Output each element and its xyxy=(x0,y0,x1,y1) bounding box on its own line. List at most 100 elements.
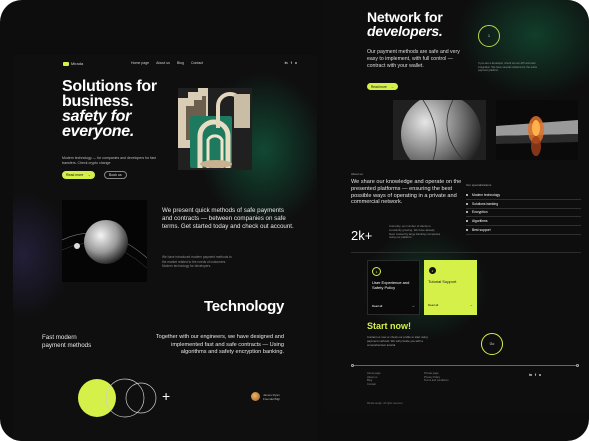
technology-right-text: Together with our engineers, we have des… xyxy=(155,334,284,356)
arches-image xyxy=(178,88,252,170)
hero-subtitle: Modern technology — for companies and de… xyxy=(62,156,156,165)
footer-link[interactable]: Contact xyxy=(367,383,380,387)
arrow-right-icon: → xyxy=(411,303,415,308)
mockup-frame: Mirada Home page About us Blog Contact i… xyxy=(0,0,589,441)
technology-left-text: Fast modern payment methods xyxy=(42,334,92,349)
circles-graphic xyxy=(78,378,157,418)
network-title-line: Network for xyxy=(367,9,443,25)
network-small-text: If you are a developer, check out our AP… xyxy=(478,62,538,73)
avatar xyxy=(251,392,260,401)
list-item[interactable]: Encryption xyxy=(466,209,581,218)
card-link[interactable]: Read all xyxy=(428,303,438,307)
footer-social: in f o xyxy=(529,373,541,377)
plus-icon: + xyxy=(162,388,171,404)
button-label: Book us xyxy=(109,173,122,177)
bullet-icon xyxy=(466,193,468,196)
nav-link-about[interactable]: About us xyxy=(156,61,170,65)
hero-title-line: safety for xyxy=(62,108,132,125)
bullet-icon xyxy=(466,202,468,205)
hero-title-line: everyone. xyxy=(62,123,135,140)
sphere-image xyxy=(393,100,486,160)
feature-card[interactable]: 1 User Experience and Safety Policy Read… xyxy=(367,260,420,315)
instagram-icon[interactable]: o xyxy=(295,61,297,65)
card-link[interactable]: Read all xyxy=(372,304,382,308)
right-screen: Network for developers. Our payment meth… xyxy=(325,0,589,412)
arrow-right-icon: → xyxy=(87,173,91,177)
card-title: User Experience and Safety Policy xyxy=(372,280,410,290)
network-description: Our payment methods are safe and very ea… xyxy=(367,49,460,69)
logo-icon xyxy=(63,61,69,66)
network-title-line: developers. xyxy=(367,23,443,39)
footer-links-2: Private page Privacy Policy Terms and co… xyxy=(424,372,449,383)
specializations-label: Our specializations xyxy=(466,183,492,187)
network-title: Network for developers. xyxy=(367,10,443,38)
stats-number: 2k+ xyxy=(351,228,373,243)
fire-image xyxy=(496,100,578,160)
list-item[interactable]: Solutions banking xyxy=(466,200,581,209)
nav-links: Home page About us Blog Contact xyxy=(131,61,203,65)
author-name: James Ryan xyxy=(263,392,280,397)
arrow-right-icon: → xyxy=(390,84,394,89)
top-navigation: Mirada Home page About us Blog Contact i… xyxy=(63,61,309,71)
hero-title: Solutions for business. safety for every… xyxy=(62,79,157,140)
facebook-icon[interactable]: f xyxy=(291,61,292,65)
badge-label: Go xyxy=(489,342,495,346)
start-description: Contact us now or check our profile to s… xyxy=(367,335,428,347)
list-item[interactable]: Modern technology xyxy=(466,191,581,200)
feature-card[interactable]: 2 Tutorial Support Read all → xyxy=(424,260,477,315)
badge-label: 1 xyxy=(488,34,490,38)
about-text: We share our knowledge and operate on th… xyxy=(351,179,462,206)
hero-title-line: business. xyxy=(62,93,134,110)
book-us-button[interactable]: Book us xyxy=(104,171,127,179)
button-label: Read more xyxy=(66,173,84,177)
card-number-icon: 2 xyxy=(428,266,437,275)
list-item-label: Encryption xyxy=(472,210,488,215)
facebook-icon[interactable]: f xyxy=(535,373,536,377)
about-label: About us xyxy=(351,172,363,176)
card-number-icon: 1 xyxy=(372,267,381,276)
slider-handle[interactable] xyxy=(576,364,579,367)
stats-description: Currently, our number of clients is cons… xyxy=(389,224,441,240)
list-item[interactable]: Best support xyxy=(466,226,581,235)
start-title: Start now! xyxy=(367,321,411,331)
list-item[interactable]: Algorithms xyxy=(466,217,581,227)
nav-link-home[interactable]: Home page xyxy=(131,61,149,65)
linkedin-icon[interactable]: in xyxy=(285,61,288,65)
list-item-label: Solutions banking xyxy=(472,201,499,206)
nav-social: in f o xyxy=(285,61,297,65)
button-label: Read more xyxy=(371,84,387,89)
technology-heading: Technology xyxy=(204,298,285,315)
footer-link[interactable]: Terms and conditions xyxy=(424,379,449,383)
present-text: We present quick methods of safe payment… xyxy=(162,207,294,230)
slider-track xyxy=(353,365,577,366)
read-more-button[interactable]: Read more → xyxy=(62,171,95,179)
network-badge[interactable]: 1 xyxy=(478,25,500,47)
logo[interactable]: Mirada xyxy=(63,61,83,66)
instagram-icon[interactable]: o xyxy=(539,373,541,377)
card-number: 2 xyxy=(431,268,434,273)
bullet-icon xyxy=(466,220,468,223)
logo-text: Mirada xyxy=(71,61,84,66)
card-number: 1 xyxy=(375,269,378,274)
list-item-label: Best support xyxy=(472,228,491,233)
nav-link-contact[interactable]: Contact xyxy=(191,61,203,65)
list-item-label: Algorithms xyxy=(472,219,488,224)
author-block: James Ryan Founder/Mgr xyxy=(251,392,280,401)
present-small-text: We have introduced modern payment method… xyxy=(162,255,232,268)
linkedin-icon[interactable]: in xyxy=(529,373,532,377)
bullet-icon xyxy=(466,229,468,232)
footer-slider[interactable] xyxy=(351,364,579,367)
network-read-more-button[interactable]: Read more → xyxy=(367,83,398,90)
footer-links-1: Home page About us Blog Contact xyxy=(367,372,380,386)
divider xyxy=(351,252,581,253)
author-text: James Ryan Founder/Mgr xyxy=(263,393,280,401)
start-badge[interactable]: Go xyxy=(481,333,503,355)
planet-image xyxy=(62,200,147,282)
list-item-label: Modern technology xyxy=(472,192,501,197)
left-screen: Mirada Home page About us Blog Contact i… xyxy=(13,55,317,441)
nav-link-blog[interactable]: Blog xyxy=(177,61,184,65)
slider-handle[interactable] xyxy=(351,364,354,367)
card-title: Tutorial Support xyxy=(428,279,457,284)
specializations-list: Modern technology Solutions banking Encr… xyxy=(466,191,581,235)
copyright: Mirada design. All rights reserved. xyxy=(367,402,404,405)
